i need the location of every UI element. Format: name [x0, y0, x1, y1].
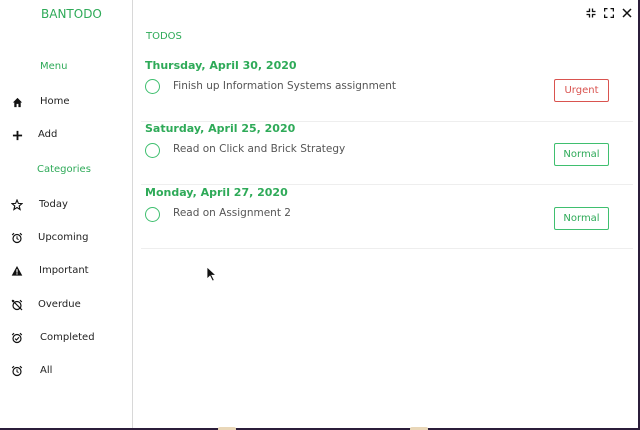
warning-icon: [10, 264, 24, 278]
todo-text: Read on Assignment 2: [173, 207, 291, 219]
todo-item: Saturday, April 25, 2020 Read on Click a…: [141, 122, 633, 185]
sidebar-item-add[interactable]: Add: [0, 125, 131, 149]
app-title: BANTODO: [41, 7, 102, 21]
sidebar-item-upcoming[interactable]: Upcoming: [0, 228, 131, 252]
sidebar: BANTODO Menu Home Add Categories Today U…: [0, 0, 133, 428]
priority-badge-urgent[interactable]: Urgent: [554, 79, 609, 102]
todo-date: Thursday, April 30, 2020: [145, 59, 297, 72]
todo-text: Finish up Information Systems assignment: [173, 80, 397, 92]
sidebar-item-today[interactable]: Today: [0, 195, 131, 219]
sidebar-item-label: Add: [38, 129, 58, 140]
main-content: TODOS Thursday, April 30, 2020 Finish up…: [133, 0, 638, 428]
alarm-check-icon: [10, 331, 24, 345]
app-window: BANTODO Menu Home Add Categories Today U…: [0, 0, 638, 428]
alarm-off-icon: [10, 298, 24, 312]
todo-text: Read on Click and Brick Strategy: [173, 143, 346, 155]
todo-item: Thursday, April 30, 2020 Finish up Infor…: [141, 59, 633, 122]
sidebar-item-home[interactable]: Home: [0, 92, 131, 116]
window-controls: [585, 7, 632, 18]
alarm-clock-icon: [10, 231, 24, 245]
sidebar-item-label: Home: [40, 96, 70, 107]
todo-checkbox[interactable]: [145, 143, 160, 158]
sidebar-item-all[interactable]: All: [0, 361, 131, 385]
close-icon[interactable]: [621, 7, 632, 18]
sidebar-item-label: Today: [39, 199, 68, 210]
mouse-cursor-icon: [206, 266, 218, 282]
sidebar-item-overdue[interactable]: Overdue: [0, 295, 131, 319]
maximize-icon[interactable]: [603, 7, 614, 18]
todo-date: Monday, April 27, 2020: [145, 186, 288, 199]
plus-icon: [10, 128, 24, 142]
minimize-icon[interactable]: [585, 7, 596, 18]
page-title: TODOS: [146, 31, 182, 42]
categories-section-title: Categories: [37, 164, 91, 175]
todo-checkbox[interactable]: [145, 207, 160, 222]
sidebar-item-important[interactable]: Important: [0, 261, 131, 285]
sidebar-item-label: Overdue: [38, 299, 81, 310]
sidebar-item-completed[interactable]: Completed: [0, 328, 131, 352]
home-icon: [10, 95, 24, 109]
sidebar-item-label: Completed: [40, 332, 95, 343]
todo-item: Monday, April 27, 2020 Read on Assignmen…: [141, 186, 633, 249]
sidebar-item-label: Upcoming: [38, 232, 89, 243]
star-icon: [10, 198, 24, 212]
menu-section-title: Menu: [40, 61, 68, 72]
sidebar-item-label: Important: [39, 265, 89, 276]
priority-badge-normal[interactable]: Normal: [554, 143, 609, 166]
priority-badge-normal[interactable]: Normal: [554, 207, 609, 230]
sidebar-item-label: All: [40, 365, 53, 376]
todo-checkbox[interactable]: [145, 79, 160, 94]
alarm-icon: [10, 364, 24, 378]
todo-date: Saturday, April 25, 2020: [145, 122, 296, 135]
